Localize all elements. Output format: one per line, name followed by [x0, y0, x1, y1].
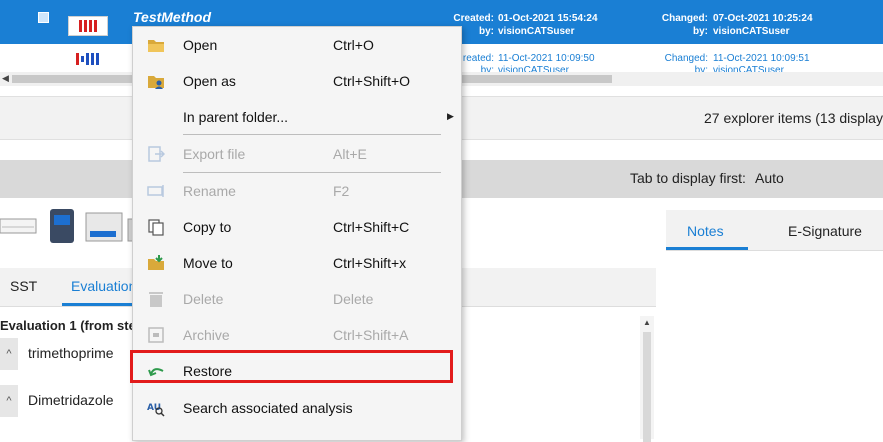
- menu-item-shortcut: Ctrl+Shift+O: [333, 73, 411, 89]
- menu-item-shortcut: Ctrl+Shift+A: [333, 327, 409, 343]
- created-label: Created:: [453, 13, 494, 24]
- changed-by-label: by:: [693, 26, 708, 37]
- evaluation-heading: Evaluation 1 (from step: [0, 318, 144, 333]
- submenu-arrow-icon: ▶: [447, 111, 454, 121]
- scroll-left-icon[interactable]: ◀: [2, 73, 9, 84]
- rename-icon: [147, 185, 164, 197]
- menu-item-copy-to[interactable]: Copy to Ctrl+Shift+C: [133, 209, 461, 245]
- menu-item-shortcut: Ctrl+Shift+C: [333, 219, 410, 235]
- instrument-rack-icon: [0, 218, 37, 234]
- logo-bar: [95, 53, 99, 65]
- menu-separator: [183, 134, 441, 135]
- tab-display-select[interactable]: Auto: [755, 170, 784, 186]
- tab-sst[interactable]: SST: [10, 278, 37, 294]
- menu-item-label: Rename: [183, 183, 236, 199]
- logo-bar: [85, 53, 89, 65]
- menu-item-in-parent-folder[interactable]: In parent folder... ▶: [133, 99, 461, 135]
- menu-item-label: Open as: [183, 73, 236, 89]
- menu-item-shortcut: Alt+E: [333, 146, 367, 162]
- menu-item-shortcut: Delete: [333, 291, 374, 307]
- active-tab-indicator: [62, 303, 142, 306]
- scroll-up-icon[interactable]: ▲: [643, 318, 651, 327]
- tab-e-signature[interactable]: E-Signature: [788, 223, 862, 239]
- method-title: TestMethod: [133, 9, 212, 25]
- changed-date: 11-Oct-2021 10:09:51: [713, 53, 810, 64]
- logo-bar: [84, 20, 87, 32]
- menu-item-delete[interactable]: Delete Delete: [133, 281, 461, 317]
- tab-display-label: Tab to display first:: [630, 170, 746, 186]
- menu-item-open[interactable]: Open Ctrl+O: [133, 27, 461, 63]
- changed-by: visionCATSuser: [713, 26, 790, 37]
- menu-item-open-as[interactable]: Open as Ctrl+Shift+O: [133, 63, 461, 99]
- created-date: 11-Oct-2021 10:09:50: [498, 53, 595, 64]
- export-icon: [148, 146, 165, 162]
- trash-icon: [149, 292, 163, 307]
- menu-item-shortcut: Ctrl+O: [333, 37, 374, 53]
- changed-label: Changed:: [661, 13, 708, 24]
- created-by: visionCATSuser: [498, 26, 575, 37]
- active-tab-indicator: [666, 247, 748, 250]
- menu-item-label: Archive: [183, 327, 230, 343]
- tab-notes[interactable]: Notes: [687, 223, 724, 239]
- folder-user-icon: [148, 76, 164, 89]
- logo-bar: [80, 56, 84, 62]
- vertical-scrollbar[interactable]: ▲: [640, 316, 654, 442]
- menu-item-search-associated-analysis[interactable]: AU Search associated analysis: [133, 390, 461, 426]
- menu-item-label: Open: [183, 37, 218, 53]
- archive-icon: [148, 327, 164, 343]
- menu-item-label: Export file: [183, 146, 246, 162]
- logo-bar: [94, 20, 97, 32]
- logo-bar: [89, 20, 92, 32]
- changed-date: 07-Oct-2021 10:25:24: [713, 13, 813, 24]
- instrument-pump-icon: [50, 209, 74, 243]
- menu-item-shortcut: F2: [333, 183, 350, 199]
- instrument-detector-icon: [85, 212, 123, 242]
- tree-item-label: trimethoprime: [28, 345, 114, 361]
- menu-item-label: Copy to: [183, 219, 232, 235]
- row-checkbox[interactable]: [38, 12, 49, 23]
- restore-highlight-box: [130, 350, 453, 383]
- menu-item-move-to[interactable]: Move to Ctrl+Shift+x: [133, 245, 461, 281]
- right-tab-bar: Notes E-Signature: [666, 210, 883, 251]
- tab-evaluation[interactable]: Evaluation: [71, 278, 136, 294]
- method-logo-icon: [68, 16, 108, 36]
- logo-bar: [90, 53, 94, 65]
- menu-item-label: In parent folder...: [183, 109, 289, 125]
- menu-item-label: Move to: [183, 255, 233, 271]
- scrollbar-thumb[interactable]: [643, 332, 651, 442]
- explorer-items-count: 27 explorer items (13 display: [704, 110, 883, 126]
- method-logo-icon: [68, 50, 106, 68]
- created-date: 01-Oct-2021 15:54:24: [498, 13, 598, 24]
- menu-item-export-file[interactable]: Export file Alt+E: [133, 136, 461, 172]
- logo-bar: [75, 53, 79, 65]
- changed-label: Changed:: [664, 53, 708, 64]
- copy-icon: [148, 219, 164, 236]
- menu-item-shortcut: Ctrl+Shift+x: [333, 255, 407, 271]
- folder-open-icon: [148, 40, 164, 52]
- menu-item-label: Search associated analysis: [183, 400, 353, 416]
- collapse-icon[interactable]: ^: [0, 338, 18, 370]
- menu-item-rename[interactable]: Rename F2: [133, 173, 461, 209]
- menu-item-archive[interactable]: Archive Ctrl+Shift+A: [133, 317, 461, 353]
- search-analysis-icon: AU: [147, 403, 165, 417]
- collapse-icon[interactable]: ^: [0, 385, 18, 417]
- logo-bar: [79, 20, 82, 32]
- move-folder-icon: [148, 255, 164, 270]
- menu-item-label: Delete: [183, 291, 224, 307]
- tree-item-label: Dimetridazole: [28, 392, 114, 408]
